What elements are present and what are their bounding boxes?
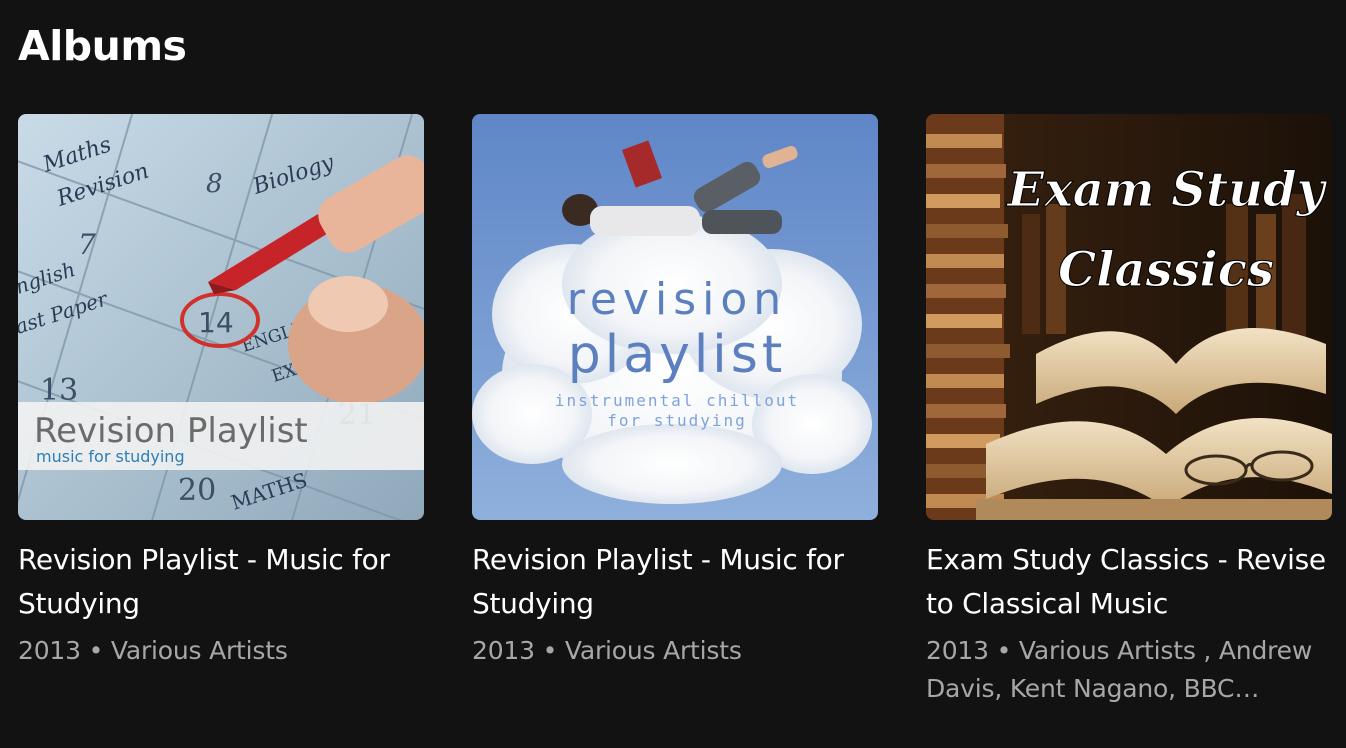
album-title[interactable]: Revision Playlist - Music for Studying [472, 538, 878, 626]
album-title[interactable]: Revision Playlist - Music for Studying [18, 538, 424, 626]
svg-text:8: 8 [206, 169, 223, 199]
album-title[interactable]: Exam Study Classics - Revise to Classica… [926, 538, 1332, 626]
svg-text:14: 14 [198, 306, 234, 339]
album-cover-1[interactable]: Maths Revision 8 Biology 7 nglish ast Pa… [18, 114, 424, 520]
svg-text:instrumental chillout: instrumental chillout [555, 391, 799, 410]
section-title: Albums [18, 22, 187, 70]
svg-text:music for studying: music for studying [36, 447, 185, 466]
album-meta: 2013 • Various Artists [18, 636, 288, 665]
album-cover-2[interactable]: revision playlist instrumental chillout … [472, 114, 878, 520]
svg-text:Revision Playlist: Revision Playlist [34, 411, 308, 451]
svg-text:playlist: playlist [568, 325, 786, 385]
album-art-cloud: revision playlist instrumental chillout … [472, 114, 878, 520]
album-art-calendar: Maths Revision 8 Biology 7 nglish ast Pa… [18, 114, 424, 520]
album-meta: 2013 • Various Artists , Andrew Davis, K… [926, 636, 1313, 703]
albums-row: Maths Revision 8 Biology 7 nglish ast Pa… [18, 114, 1332, 708]
svg-text:Exam Study: Exam Study [1006, 162, 1328, 218]
svg-text:revision: revision [567, 274, 787, 325]
svg-text:Classics: Classics [1058, 242, 1274, 298]
svg-text:20: 20 [178, 473, 216, 508]
svg-text:for studying: for studying [607, 411, 747, 430]
album-meta: 2013 • Various Artists [472, 636, 742, 665]
album-card-2[interactable]: revision playlist instrumental chillout … [472, 114, 878, 708]
album-art-books: Exam Study Classics [926, 114, 1332, 520]
album-cover-3[interactable]: Exam Study Classics [926, 114, 1332, 520]
album-card-1[interactable]: Maths Revision 8 Biology 7 nglish ast Pa… [18, 114, 424, 708]
svg-text:7: 7 [78, 228, 96, 261]
album-card-3[interactable]: Exam Study Classics Exam Study Classics … [926, 114, 1332, 708]
